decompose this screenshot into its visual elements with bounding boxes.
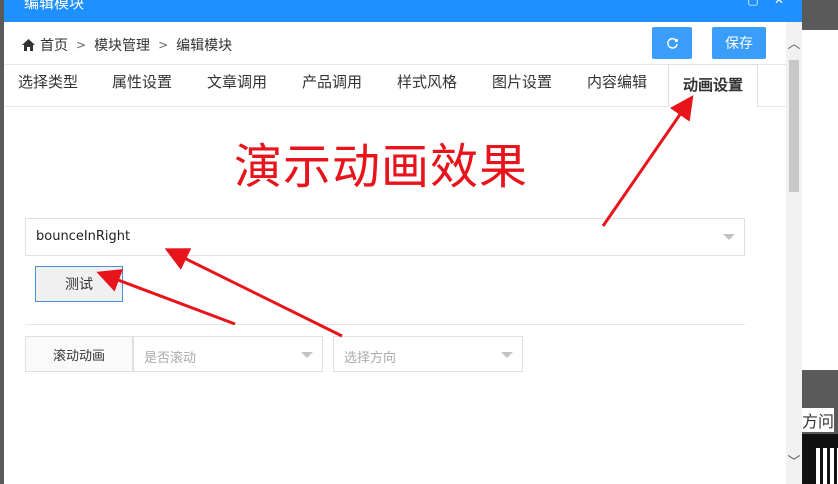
breadcrumb-bar: 首页 > 模块管理 > 编辑模块 保存: [4, 22, 786, 65]
close-icon[interactable]: ✕: [772, 0, 786, 6]
dialog-titlebar: 编辑模块 ▢ ✕: [4, 0, 802, 22]
breadcrumb-home[interactable]: 首页: [40, 35, 68, 55]
maximize-icon[interactable]: ▢: [746, 0, 760, 6]
annotation-title: 演示动画效果: [234, 139, 529, 195]
scroll-toggle-select[interactable]: 是否滚动: [133, 336, 323, 372]
test-button[interactable]: 测试: [35, 266, 123, 302]
background-page: [800, 30, 838, 370]
scroll-animation-label: 滚动动画: [25, 336, 133, 372]
animation-select-value: bounceInRight: [36, 229, 131, 244]
save-button[interactable]: 保存: [712, 27, 766, 59]
scroll-down-icon[interactable]: ﹀: [786, 456, 802, 470]
tab-select-type[interactable]: 选择类型: [18, 64, 78, 106]
tab-article-call[interactable]: 文章调用: [207, 64, 267, 106]
tab-image-settings[interactable]: 图片设置: [492, 64, 552, 106]
edit-module-dialog: 编辑模块 ▢ ✕ 首页 > 模块管理 > 编辑模块 保存 选择类型 属性设置 文…: [4, 0, 802, 484]
qr-code-fragment: [816, 448, 838, 484]
tab-style[interactable]: 样式风格: [397, 64, 457, 106]
breadcrumb-separator: >: [158, 38, 169, 52]
animation-select[interactable]: bounceInRight: [25, 218, 745, 256]
home-icon: [22, 39, 35, 51]
tab-animation-settings[interactable]: 动画设置: [668, 64, 759, 107]
divider: [25, 324, 745, 325]
tab-product-call[interactable]: 产品调用: [302, 64, 362, 106]
dialog-title: 编辑模块: [24, 0, 85, 12]
vertical-scrollbar[interactable]: ︿ ﹀: [786, 22, 802, 484]
chevron-down-icon: [723, 234, 735, 240]
scroll-direction-select[interactable]: 选择方向: [333, 336, 523, 372]
background-dark-area: [800, 434, 838, 484]
background-partial-text: 方问: [802, 408, 835, 432]
breadcrumb-separator: >: [76, 38, 87, 52]
tab-content-edit[interactable]: 内容编辑: [587, 64, 647, 106]
chevron-down-icon: [301, 352, 313, 358]
refresh-button[interactable]: [652, 27, 692, 59]
scroll-up-icon[interactable]: ︿: [786, 38, 802, 52]
tab-property-settings[interactable]: 属性设置: [112, 64, 172, 106]
scroll-toggle-placeholder: 是否滚动: [144, 351, 197, 366]
breadcrumb-module-management[interactable]: 模块管理: [94, 35, 150, 55]
chevron-down-icon: [501, 352, 513, 358]
dialog-body: 首页 > 模块管理 > 编辑模块 保存 选择类型 属性设置 文章调用 产品调用 …: [4, 22, 786, 484]
breadcrumb: 首页 > 模块管理 > 编辑模块: [22, 35, 232, 55]
scroll-direction-placeholder: 选择方向: [344, 351, 397, 366]
scrollbar-thumb[interactable]: [789, 60, 799, 192]
tab-bar: 选择类型 属性设置 文章调用 产品调用 样式风格 图片设置 内容编辑 动画设置: [4, 64, 786, 107]
refresh-icon: [666, 37, 678, 49]
breadcrumb-edit-module: 编辑模块: [176, 38, 233, 54]
